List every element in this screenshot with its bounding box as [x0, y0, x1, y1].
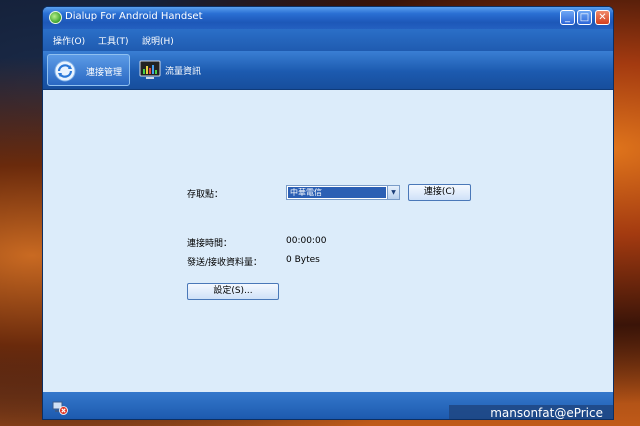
- toolbar: 連接管理 流量資訊: [43, 51, 613, 90]
- menu-tools[interactable]: 工具(T): [98, 34, 129, 47]
- menu-operate[interactable]: 操作(O): [53, 34, 85, 47]
- tab-traffic-info-label: 流量資訊: [165, 67, 202, 77]
- connection-time-label: 連接時間：: [187, 239, 233, 249]
- connection-panel: 存取點： 中華電信 ▼ 連接(C) 連接時間： 00:00:00 發送/接收資料…: [43, 90, 613, 392]
- connection-time-value: 00:00:00: [286, 236, 327, 246]
- menu-bar: 操作(O) 工具(T) 說明(H): [43, 29, 613, 51]
- close-icon: ✕: [598, 12, 607, 23]
- maximize-button[interactable]: □: [577, 10, 592, 25]
- app-icon: [49, 11, 62, 24]
- watermark: mansonfat@ePrice: [449, 405, 613, 419]
- chevron-down-icon[interactable]: ▼: [387, 186, 399, 199]
- traffic-monitor-icon: [139, 60, 161, 79]
- apn-label: 存取點：: [187, 190, 224, 200]
- menu-help[interactable]: 說明(H): [142, 34, 174, 47]
- app-window: Dialup For Android Handset _ □ ✕ 操作(O) 工…: [42, 6, 614, 420]
- disconnected-icon[interactable]: [52, 401, 68, 415]
- minimize-button[interactable]: _: [560, 10, 575, 25]
- connect-button[interactable]: 連接(C): [408, 184, 471, 201]
- data-volume-label: 發送/接收資料量：: [187, 258, 263, 268]
- tab-traffic-info[interactable]: 流量資訊: [133, 54, 213, 86]
- tab-connection-manager-label: 連接管理: [86, 68, 123, 78]
- apn-select-value: 中華電信: [288, 187, 386, 198]
- title-bar[interactable]: Dialup For Android Handset _ □ ✕: [43, 7, 613, 29]
- settings-button[interactable]: 設定(S)...: [187, 283, 279, 300]
- apn-select[interactable]: 中華電信 ▼: [286, 185, 400, 200]
- data-volume-value: 0 Bytes: [286, 255, 320, 265]
- status-bar: mansonfat@ePrice: [43, 392, 613, 419]
- maximize-icon: □: [579, 12, 590, 23]
- minimize-icon: _: [565, 12, 570, 23]
- close-button[interactable]: ✕: [595, 10, 610, 25]
- window-title: Dialup For Android Handset: [65, 11, 203, 22]
- connection-manager-icon: [54, 60, 76, 82]
- tab-connection-manager[interactable]: 連接管理: [47, 54, 130, 86]
